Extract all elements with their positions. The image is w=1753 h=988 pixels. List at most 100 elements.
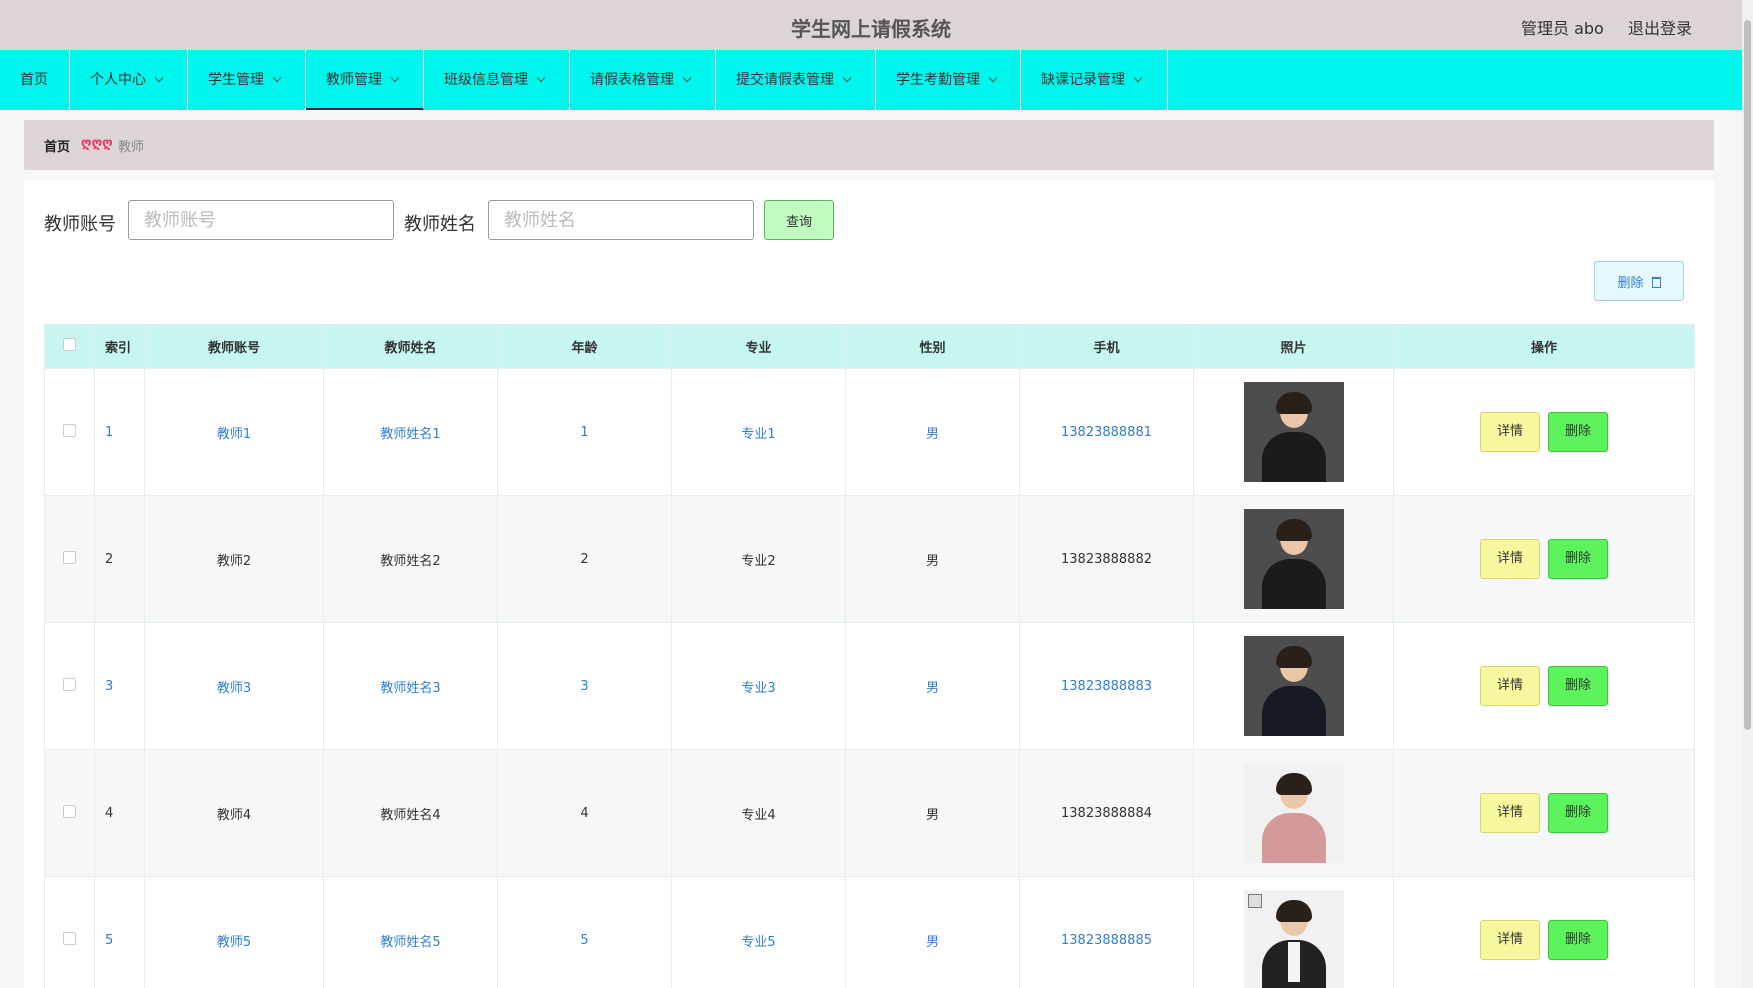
main-nav: 首页 个人中心 学生管理 教师管理 班级信息管理 请假表格管理 提交请假表管理 … (0, 50, 1742, 110)
table-row: 3 教师3 教师姓名3 3 专业3 男 13823888883 详情 删除 (44, 622, 1695, 750)
table-header-row: 索引 教师账号 教师姓名 年龄 专业 性别 手机 照片 操作 (44, 324, 1695, 369)
nav-item-label: 提交请假表管理 (736, 72, 834, 88)
detail-button[interactable]: 详情 (1480, 920, 1540, 960)
row-select-cell (44, 495, 95, 623)
cell-account: 教师3 (144, 622, 324, 750)
nav-item-teachers[interactable]: 教师管理 (306, 50, 424, 110)
breadcrumb-home[interactable]: 首页 (44, 136, 70, 155)
nav-item-students[interactable]: 学生管理 (188, 50, 306, 110)
teacher-photo (1243, 636, 1344, 736)
cell-name: 教师姓名2 (323, 495, 498, 623)
photo-hair (1275, 900, 1312, 922)
cell-gender: 男 (845, 876, 1020, 988)
cell-actions: 详情 删除 (1393, 622, 1695, 750)
nav-item-submitted-leave[interactable]: 提交请假表管理 (716, 50, 876, 110)
teacher-photo (1243, 763, 1344, 863)
cell-account: 教师5 (144, 876, 324, 988)
cell-major: 专业5 (671, 876, 846, 988)
column-header: 操作 (1393, 324, 1695, 369)
detail-button[interactable]: 详情 (1480, 539, 1540, 579)
logout-link[interactable]: 退出登录 (1628, 15, 1692, 39)
cell-age: 4 (497, 749, 672, 877)
name-search-input[interactable] (488, 200, 754, 240)
nav-item-home[interactable]: 首页 (0, 50, 70, 110)
select-all-checkbox[interactable] (63, 338, 76, 351)
cell-major: 专业3 (671, 622, 846, 750)
row-checkbox[interactable] (63, 931, 76, 945)
column-header: 照片 (1193, 324, 1394, 369)
nav-item-leave-forms[interactable]: 请假表格管理 (570, 50, 716, 110)
cell-index: 4 (94, 749, 145, 877)
column-header: 专业 (671, 324, 846, 369)
query-button[interactable]: 查询 (764, 200, 834, 240)
cell-account: 教师4 (144, 749, 324, 877)
cell-index: 1 (94, 368, 145, 496)
nav-item-label: 缺课记录管理 (1041, 72, 1125, 88)
breadcrumb-separator: ღღღ (81, 136, 113, 151)
cell-name: 教师姓名4 (323, 749, 498, 877)
bulk-delete-label: 删除 (1617, 275, 1644, 291)
row-select-cell (44, 622, 95, 750)
cell-photo (1193, 495, 1394, 623)
qr-badge-icon (1247, 894, 1262, 908)
row-checkbox[interactable] (63, 423, 76, 437)
row-select-cell (44, 876, 95, 988)
delete-button[interactable]: 删除 (1548, 412, 1608, 452)
photo-hair (1275, 519, 1312, 541)
nav-item-attendance[interactable]: 学生考勤管理 (876, 50, 1021, 110)
cell-phone: 13823888884 (1019, 749, 1194, 877)
cell-photo (1193, 368, 1394, 496)
delete-button[interactable]: 删除 (1548, 539, 1608, 579)
app-title: 学生网上请假系统 (791, 17, 951, 41)
row-checkbox[interactable] (63, 550, 76, 564)
nav-item-label: 首页 (20, 72, 48, 88)
column-header: 手机 (1019, 324, 1194, 369)
delete-button[interactable]: 删除 (1548, 666, 1608, 706)
cell-index: 2 (94, 495, 145, 623)
cell-age: 1 (497, 368, 672, 496)
cell-phone: 13823888883 (1019, 622, 1194, 750)
chevron-down-icon (536, 73, 546, 83)
cell-gender: 男 (845, 495, 1020, 623)
teacher-photo (1243, 890, 1344, 988)
chevron-down-icon (1133, 73, 1143, 83)
cell-name: 教师姓名5 (323, 876, 498, 988)
photo-body (1261, 686, 1326, 736)
row-checkbox[interactable] (63, 804, 76, 818)
scrollbar-thumb[interactable] (1744, 20, 1751, 730)
nav-item-classes[interactable]: 班级信息管理 (424, 50, 570, 110)
column-header: 索引 (94, 324, 145, 369)
photo-body (1261, 813, 1326, 863)
nav-item-absence-records[interactable]: 缺课记录管理 (1021, 50, 1168, 110)
nav-item-label: 个人中心 (90, 72, 146, 88)
breadcrumb-current: 教师 (118, 140, 145, 155)
detail-button[interactable]: 详情 (1480, 793, 1540, 833)
chevron-down-icon (842, 73, 852, 83)
teacher-photo (1243, 382, 1344, 482)
chevron-down-icon (272, 73, 282, 83)
photo-shirt (1287, 942, 1300, 982)
name-label: 教师姓名 (404, 214, 476, 235)
bulk-delete-button[interactable]: 删除 (1594, 261, 1684, 301)
cell-phone: 13823888881 (1019, 368, 1194, 496)
photo-body (1261, 559, 1326, 609)
nav-item-label: 请假表格管理 (590, 72, 674, 88)
delete-button[interactable]: 删除 (1548, 920, 1608, 960)
table-row: 4 教师4 教师姓名4 4 专业4 男 13823888884 详情 删除 (44, 749, 1695, 877)
detail-button[interactable]: 详情 (1480, 412, 1540, 452)
detail-button[interactable]: 详情 (1480, 666, 1540, 706)
teacher-table: 索引 教师账号 教师姓名 年龄 专业 性别 手机 照片 操作 1 教师1 教师姓… (44, 324, 1695, 988)
table-row: 2 教师2 教师姓名2 2 专业2 男 13823888882 详情 删除 (44, 495, 1695, 623)
delete-button[interactable]: 删除 (1548, 793, 1608, 833)
nav-item-profile[interactable]: 个人中心 (70, 50, 188, 110)
page-scrollbar[interactable] (1742, 0, 1753, 988)
column-header: 教师姓名 (323, 324, 498, 369)
column-header: 教师账号 (144, 324, 324, 369)
cell-photo (1193, 749, 1394, 877)
photo-hair (1275, 773, 1312, 795)
account-search-input[interactable] (128, 200, 394, 240)
cell-photo (1193, 876, 1394, 988)
row-checkbox[interactable] (63, 677, 76, 691)
cell-account: 教师2 (144, 495, 324, 623)
table-row: 5 教师5 教师姓名5 5 专业5 男 13823888885 详情 删除 (44, 876, 1695, 988)
